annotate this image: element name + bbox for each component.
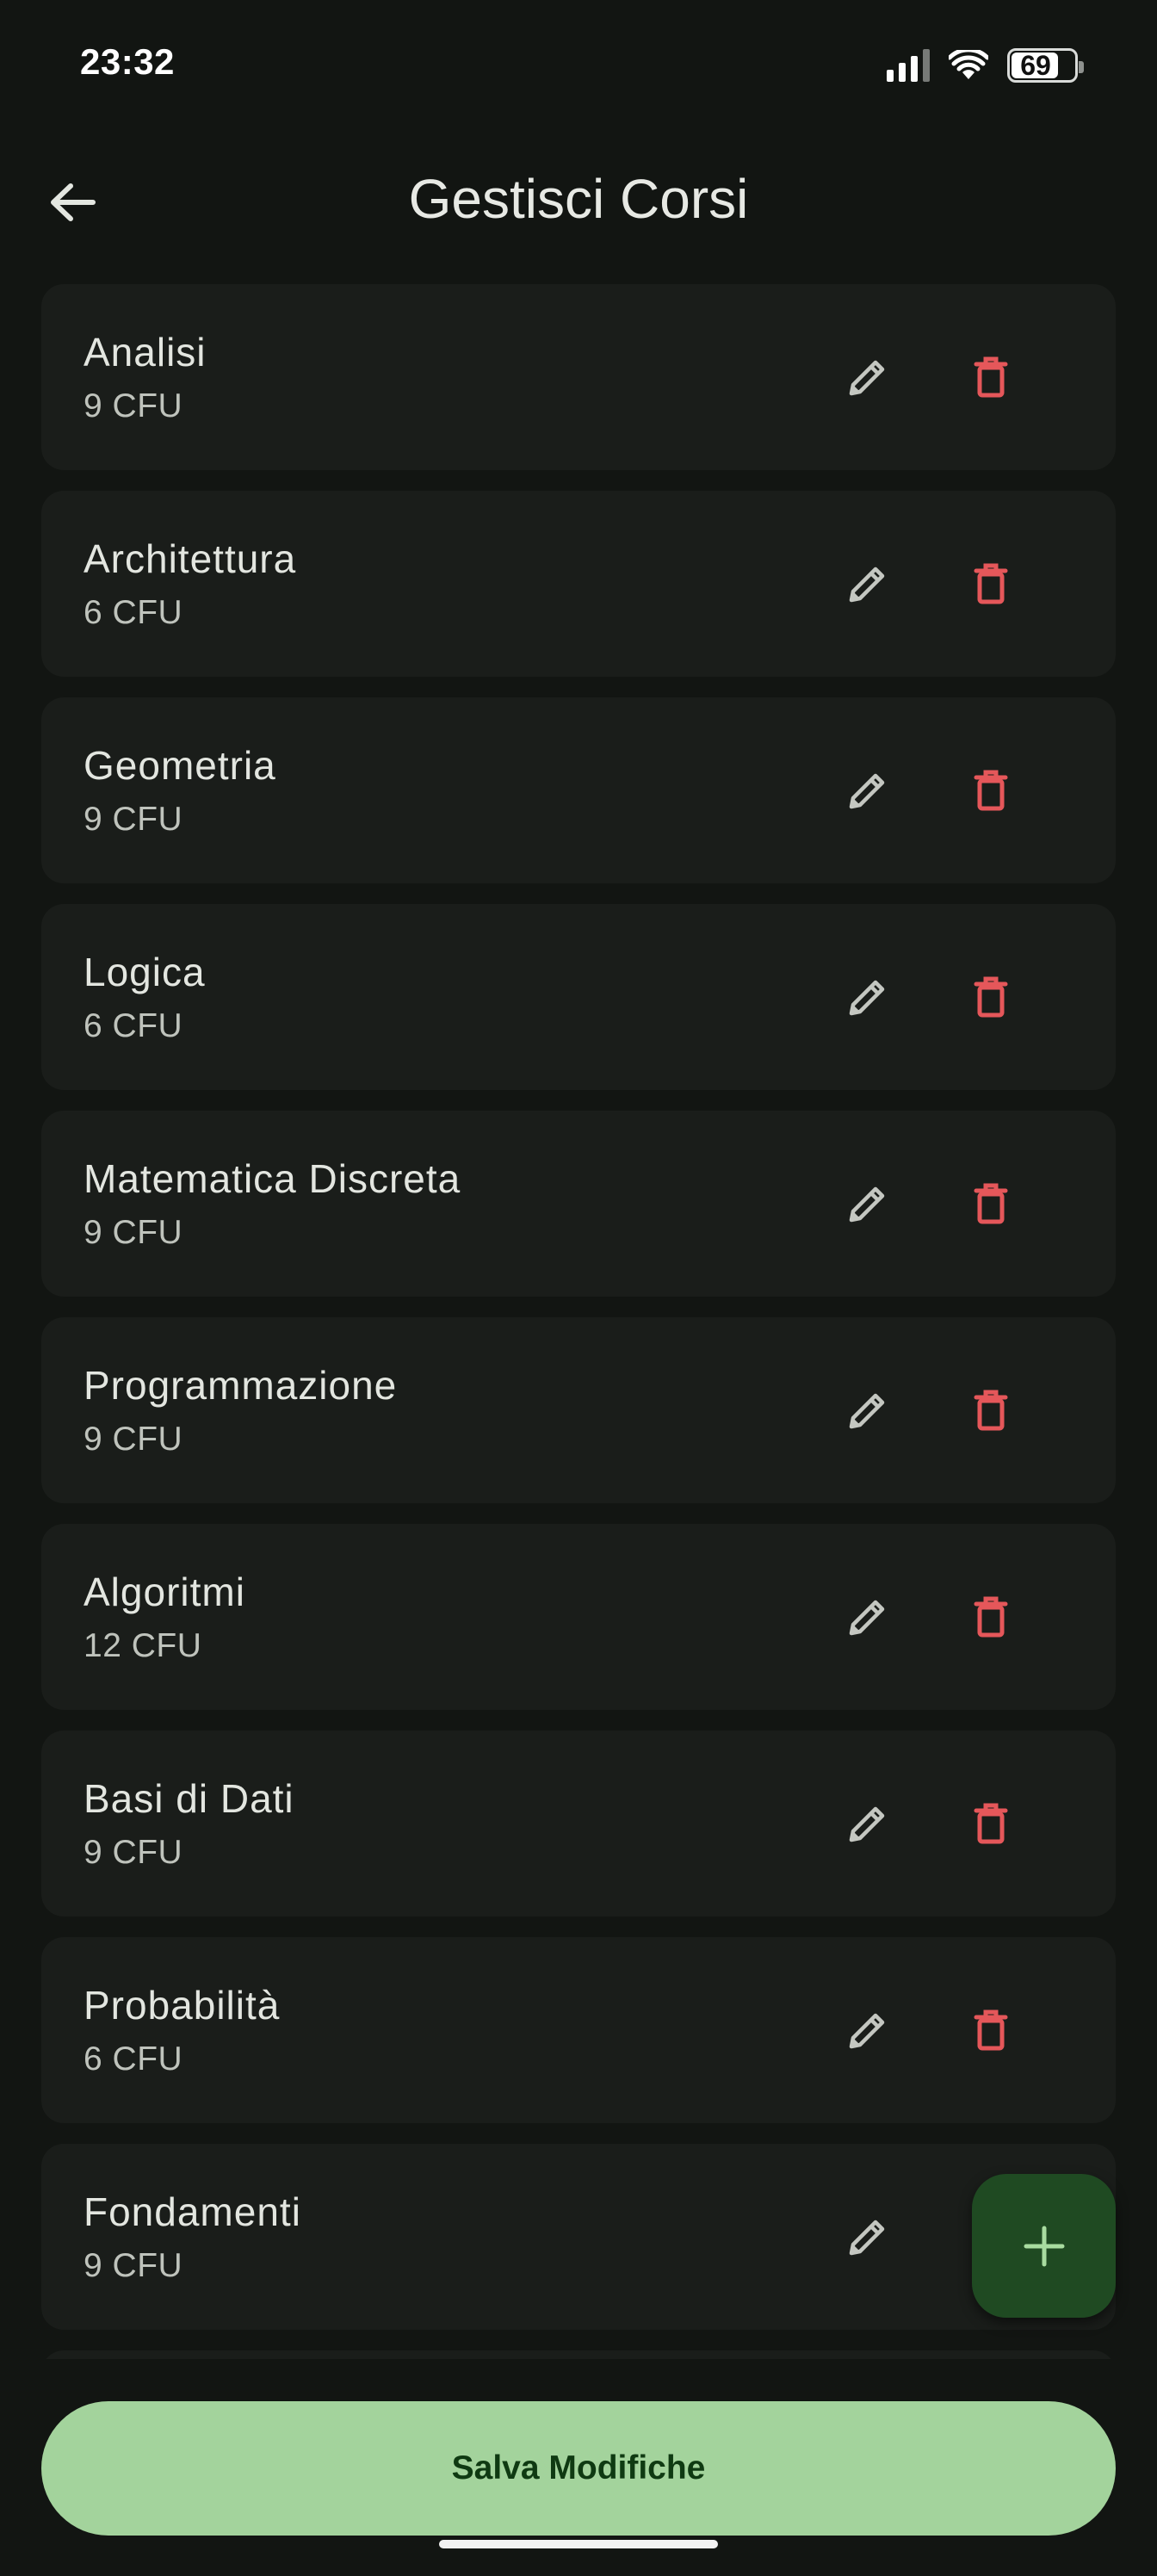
pencil-icon: [849, 980, 885, 1016]
screen: 23:32 69 Gestisci Corsi Analisi 9 CFU Ar…: [0, 0, 1157, 2576]
course-card[interactable]: Probabilità 6 CFU: [41, 1937, 1116, 2123]
trash-icon: [974, 1390, 1008, 1431]
plus-icon: [1024, 2226, 1064, 2266]
course-card[interactable]: Geometria 9 CFU: [41, 697, 1116, 883]
status-icons: 69: [887, 45, 1084, 86]
signal-icon: [887, 49, 930, 82]
page-title: Gestisci Corsi: [408, 168, 749, 230]
course-cfu: 6 CFU: [84, 1007, 183, 1044]
battery-icon: 69: [1007, 48, 1084, 83]
delete-course-button[interactable]: [956, 549, 1025, 618]
pencil-icon: [849, 2013, 885, 2049]
course-cfu: 9 CFU: [84, 387, 183, 424]
course-cfu: 9 CFU: [84, 1214, 183, 1251]
add-course-button[interactable]: [972, 2174, 1116, 2318]
pencil-icon: [849, 1186, 885, 1223]
course-name: Logica: [84, 950, 206, 994]
edit-course-button[interactable]: [833, 756, 902, 825]
delete-course-button[interactable]: [956, 963, 1025, 1031]
edit-course-button[interactable]: [833, 549, 902, 618]
pencil-icon: [849, 1806, 885, 1842]
course-card[interactable]: Matematica Discreta 9 CFU: [41, 1111, 1116, 1297]
trash-icon: [974, 1183, 1008, 1224]
course-card[interactable]: Basi di Dati 9 CFU: [41, 1731, 1116, 1917]
course-list: Analisi 9 CFU Architettura 6 CFU Geometr…: [41, 284, 1116, 2359]
course-name: Basi di Dati: [84, 1776, 294, 1821]
delete-course-button[interactable]: [956, 343, 1025, 412]
status-bar: 23:32 69: [0, 0, 1157, 129]
course-card[interactable]: Programmazione 9 CFU: [41, 1317, 1116, 1503]
delete-course-button[interactable]: [956, 1996, 1025, 2065]
home-indicator: [439, 2540, 718, 2548]
save-button[interactable]: Salva Modifiche: [41, 2401, 1116, 2536]
course-cfu: 9 CFU: [84, 2247, 183, 2284]
course-card[interactable]: Logica 6 CFU: [41, 904, 1116, 1090]
pencil-icon: [849, 1393, 885, 1429]
edit-course-button[interactable]: [833, 1789, 902, 1858]
course-name: Matematica Discreta: [84, 1156, 461, 1201]
trash-icon: [974, 356, 1008, 398]
course-card-partial[interactable]: [41, 2350, 1116, 2359]
edit-course-button[interactable]: [833, 2202, 902, 2271]
delete-course-button[interactable]: [956, 1582, 1025, 1651]
course-card[interactable]: Analisi 9 CFU: [41, 284, 1116, 470]
pencil-icon: [849, 360, 885, 396]
course-card[interactable]: Algoritmi 12 CFU: [41, 1524, 1116, 1710]
app-bar: Gestisci Corsi: [0, 129, 1157, 276]
trash-icon: [974, 563, 1008, 604]
pencil-icon: [849, 2220, 885, 2256]
trash-icon: [974, 1803, 1008, 1844]
course-cfu: 6 CFU: [84, 594, 183, 631]
course-name: Algoritmi: [84, 1570, 245, 1614]
course-cfu: 9 CFU: [84, 1834, 183, 1871]
delete-course-button[interactable]: [956, 1376, 1025, 1445]
edit-course-button[interactable]: [833, 1376, 902, 1445]
delete-course-button[interactable]: [956, 1789, 1025, 1858]
course-name: Probabilità: [84, 1983, 281, 2028]
battery-level: 69: [1020, 49, 1051, 81]
trash-icon: [974, 770, 1008, 811]
course-name: Analisi: [84, 330, 207, 375]
course-card[interactable]: Architettura 6 CFU: [41, 491, 1116, 677]
trash-icon: [974, 1596, 1008, 1638]
course-name: Fondamenti: [84, 2189, 301, 2234]
pencil-icon: [849, 773, 885, 809]
course-card[interactable]: Fondamenti 9 CFU: [41, 2144, 1116, 2330]
delete-course-button[interactable]: [956, 756, 1025, 825]
edit-course-button[interactable]: [833, 1169, 902, 1238]
edit-course-button[interactable]: [833, 1996, 902, 2065]
pencil-icon: [849, 567, 885, 603]
course-cfu: 9 CFU: [84, 801, 183, 838]
course-name: Programmazione: [84, 1363, 398, 1408]
course-cfu: 6 CFU: [84, 2040, 183, 2078]
edit-course-button[interactable]: [833, 343, 902, 412]
trash-icon: [974, 2009, 1008, 2051]
course-name: Geometria: [84, 743, 276, 788]
edit-course-button[interactable]: [833, 963, 902, 1031]
delete-course-button[interactable]: [956, 1169, 1025, 1238]
trash-icon: [974, 976, 1008, 1018]
course-cfu: 12 CFU: [84, 1627, 202, 1664]
pencil-icon: [849, 1600, 885, 1636]
status-time: 23:32: [80, 41, 175, 82]
course-name: Architettura: [84, 536, 297, 581]
edit-course-button[interactable]: [833, 1582, 902, 1651]
course-cfu: 9 CFU: [84, 1421, 183, 1458]
wifi-icon: [949, 50, 988, 79]
